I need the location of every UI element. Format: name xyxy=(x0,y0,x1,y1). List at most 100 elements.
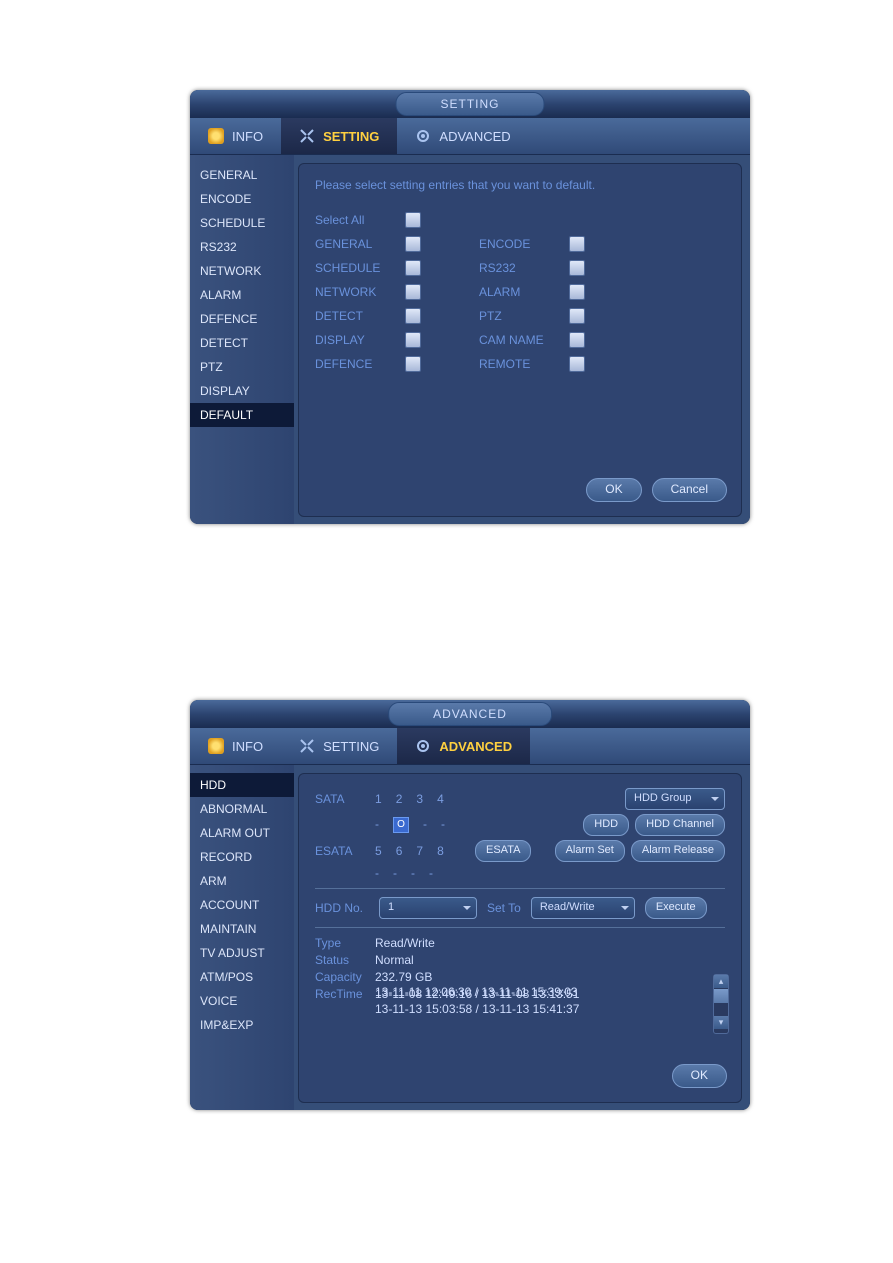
checkbox-select-all[interactable] xyxy=(405,212,421,228)
check-label-schedule: SCHEDULE xyxy=(315,261,405,275)
sidebar-item-atm-pos[interactable]: ATM/POS xyxy=(190,965,294,989)
sidebar-item-account[interactable]: ACCOUNT xyxy=(190,893,294,917)
status-value: Normal xyxy=(375,953,725,967)
check-label-detect: DETECT xyxy=(315,309,405,323)
window-title: SETTING xyxy=(395,92,544,116)
check-label-ptz: PTZ xyxy=(479,309,569,323)
hdd-no-label: HDD No. xyxy=(315,901,369,915)
checkbox-schedule[interactable] xyxy=(405,260,421,276)
checkbox-defence[interactable] xyxy=(405,356,421,372)
titlebar: SETTING xyxy=(190,90,750,118)
advanced-window: ADVANCED INFO SETTING ADVANCED HDDABNORM… xyxy=(190,700,750,1110)
checkbox-detect[interactable] xyxy=(405,308,421,324)
cancel-button[interactable]: Cancel xyxy=(652,478,727,502)
check-label-select-all: Select All xyxy=(315,213,405,227)
tab-setting[interactable]: SETTING xyxy=(281,728,397,764)
esata-label: ESATA xyxy=(315,844,365,858)
sidebar-item-schedule[interactable]: SCHEDULE xyxy=(190,211,294,235)
sidebar-item-network[interactable]: NETWORK xyxy=(190,259,294,283)
alarm-set-button[interactable]: Alarm Set xyxy=(555,840,625,862)
sidebar-item-display[interactable]: DISPLAY xyxy=(190,379,294,403)
sidebar-item-rs232[interactable]: RS232 xyxy=(190,235,294,259)
setting-window: SETTING INFO SETTING ADVANCED GENERALENC… xyxy=(190,90,750,524)
tab-label: INFO xyxy=(232,739,263,754)
checkbox-cam-name[interactable] xyxy=(569,332,585,348)
sidebar: HDDABNORMALALARM OUTRECORDARMACCOUNTMAIN… xyxy=(190,765,294,1110)
tabbar: INFO SETTING ADVANCED xyxy=(190,728,750,765)
instruction-text: Please select setting entries that you w… xyxy=(315,178,725,192)
sidebar-item-alarm-out[interactable]: ALARM OUT xyxy=(190,821,294,845)
sidebar-item-general[interactable]: GENERAL xyxy=(190,163,294,187)
sidebar-item-voice[interactable]: VOICE xyxy=(190,989,294,1013)
window-title: ADVANCED xyxy=(388,702,552,726)
checkbox-general[interactable] xyxy=(405,236,421,252)
sidebar-item-arm[interactable]: ARM xyxy=(190,869,294,893)
checkbox-encode[interactable] xyxy=(569,236,585,252)
sidebar-item-record[interactable]: RECORD xyxy=(190,845,294,869)
content-panel: Please select setting entries that you w… xyxy=(298,163,742,517)
checkbox-network[interactable] xyxy=(405,284,421,300)
sidebar-item-alarm[interactable]: ALARM xyxy=(190,283,294,307)
sidebar: GENERALENCODESCHEDULERS232NETWORKALARMDE… xyxy=(190,155,294,524)
rectime-label: RecTime xyxy=(315,987,375,1001)
sidebar-item-abnormal[interactable]: ABNORMAL xyxy=(190,797,294,821)
sidebar-item-encode[interactable]: ENCODE xyxy=(190,187,294,211)
tab-advanced[interactable]: ADVANCED xyxy=(397,118,528,154)
tab-advanced[interactable]: ADVANCED xyxy=(397,728,530,764)
alarm-release-button[interactable]: Alarm Release xyxy=(631,840,725,862)
check-label-defence: DEFENCE xyxy=(315,357,405,371)
sidebar-item-detect[interactable]: DETECT xyxy=(190,331,294,355)
checkbox-remote[interactable] xyxy=(569,356,585,372)
tab-label: ADVANCED xyxy=(439,739,512,754)
check-label-network: NETWORK xyxy=(315,285,405,299)
gear-icon xyxy=(415,128,431,144)
tools-icon xyxy=(299,128,315,144)
esata-button[interactable]: ESATA xyxy=(475,840,531,862)
sata-label: SATA xyxy=(315,792,365,806)
checkbox-display[interactable] xyxy=(405,332,421,348)
sidebar-item-maintain[interactable]: MAINTAIN xyxy=(190,917,294,941)
hdd-channel-button[interactable]: HDD Channel xyxy=(635,814,725,836)
checkbox-rs232[interactable] xyxy=(569,260,585,276)
hdd-no-dropdown[interactable]: 1 xyxy=(379,897,477,919)
sata-slot-numbers: 1234 xyxy=(375,792,465,806)
ok-button[interactable]: OK xyxy=(672,1064,727,1088)
esata-slot-states: ---- xyxy=(375,866,465,880)
check-label-remote: REMOTE xyxy=(479,357,569,371)
scroll-down-icon[interactable]: ▾ xyxy=(714,1016,728,1029)
sidebar-item-defence[interactable]: DEFENCE xyxy=(190,307,294,331)
sidebar-item-tv-adjust[interactable]: TV ADJUST xyxy=(190,941,294,965)
ok-button[interactable]: OK xyxy=(586,478,641,502)
tabbar: INFO SETTING ADVANCED xyxy=(190,118,750,155)
hdd-group-dropdown[interactable]: HDD Group xyxy=(625,788,725,810)
info-icon xyxy=(208,128,224,144)
tab-setting[interactable]: SETTING xyxy=(281,118,397,154)
sidebar-item-hdd[interactable]: HDD xyxy=(190,773,294,797)
tab-info[interactable]: INFO xyxy=(190,728,281,764)
execute-button[interactable]: Execute xyxy=(645,897,707,919)
check-label-encode: ENCODE xyxy=(479,237,569,251)
sata-slot-states: -O-- xyxy=(375,817,465,833)
type-label: Type xyxy=(315,936,375,950)
check-label-cam-name: CAM NAME xyxy=(479,333,569,347)
info-icon xyxy=(208,738,224,754)
sidebar-item-default[interactable]: DEFAULT xyxy=(190,403,294,427)
capacity-value: 232.79 GB xyxy=(375,970,725,984)
set-to-dropdown[interactable]: Read/Write xyxy=(531,897,635,919)
hdd-button[interactable]: HDD xyxy=(583,814,629,836)
sidebar-item-ptz[interactable]: PTZ xyxy=(190,355,294,379)
tab-info[interactable]: INFO xyxy=(190,118,281,154)
status-label: Status xyxy=(315,953,375,967)
scroll-up-icon[interactable]: ▴ xyxy=(714,975,728,988)
scroll-thumb[interactable] xyxy=(714,989,728,1003)
checkbox-alarm[interactable] xyxy=(569,284,585,300)
tab-label: INFO xyxy=(232,129,263,144)
tools-icon xyxy=(299,738,315,754)
check-label-general: GENERAL xyxy=(315,237,405,251)
sidebar-item-imp-exp[interactable]: IMP&EXP xyxy=(190,1013,294,1037)
rectime-entry: 13-11-13 15:03:58 / 13-11-13 15:41:37 xyxy=(375,1001,725,1018)
type-value: Read/Write xyxy=(375,936,725,950)
scrollbar[interactable]: ▴ ▾ xyxy=(713,974,729,1034)
checkbox-ptz[interactable] xyxy=(569,308,585,324)
titlebar: ADVANCED xyxy=(190,700,750,728)
